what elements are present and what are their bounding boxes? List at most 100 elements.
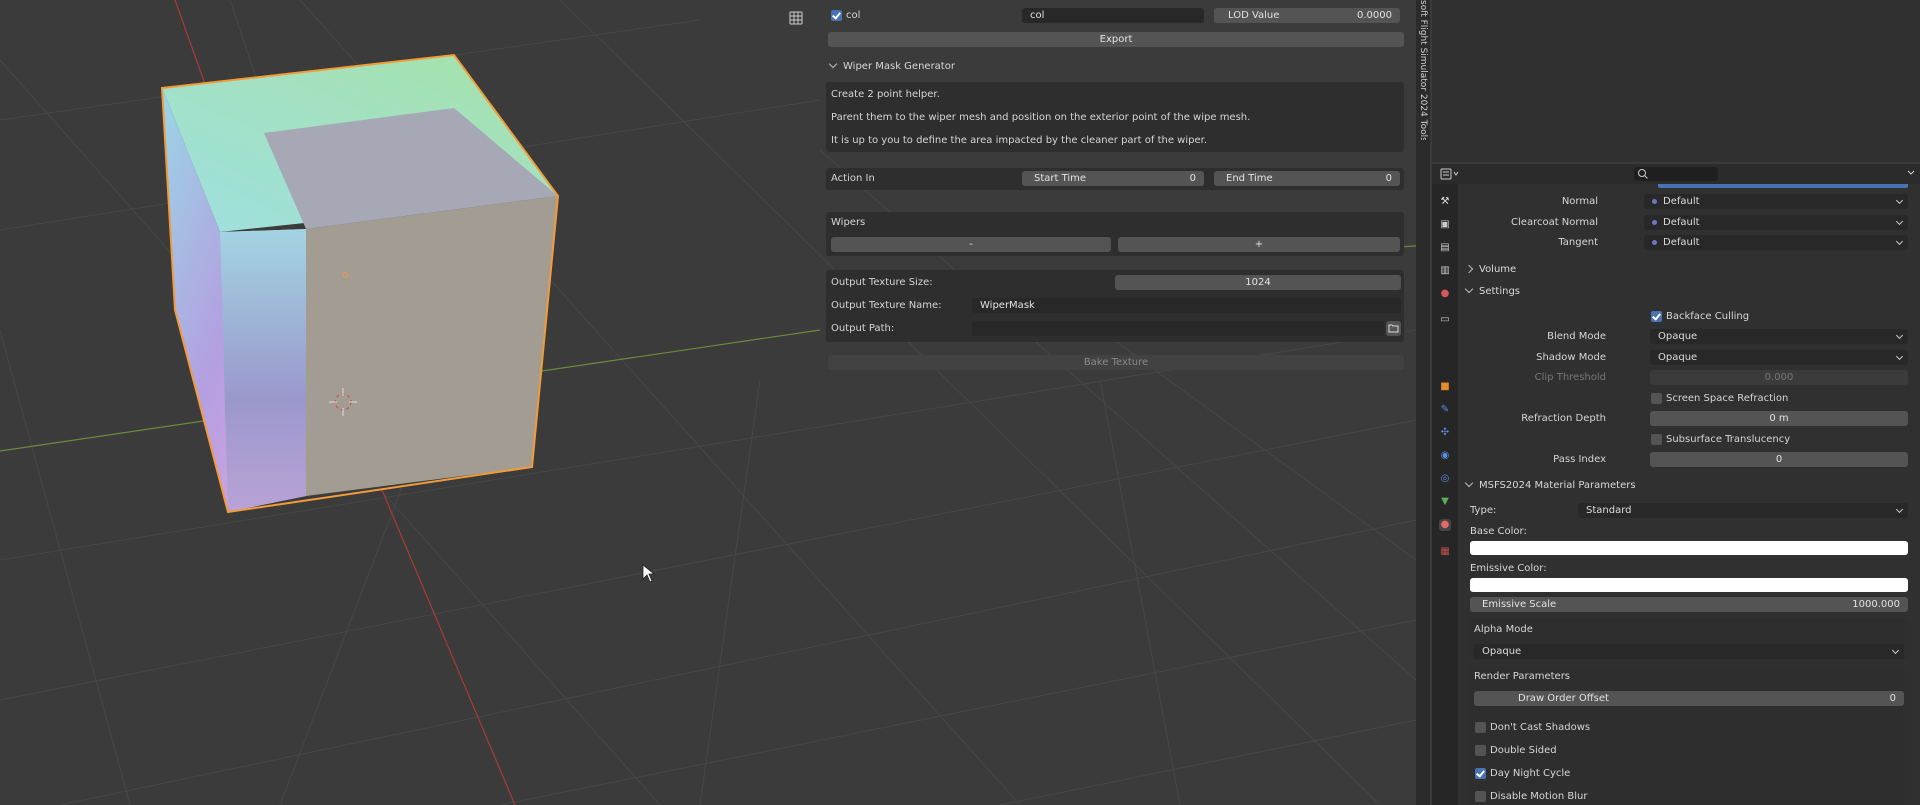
end-time-label: End Time bbox=[1226, 173, 1273, 184]
properties-tabs: ⚒ ▣ ▤ ▥ ● ▭ ■ ✎ ✣ ◉ ◎ ▼ ● ▦ bbox=[1432, 184, 1458, 805]
sidebar-tab-msfs-tools[interactable]: soft Flight Simulator 2024 Tools bbox=[1418, 0, 1428, 140]
emissive-color-label: Emissive Color: bbox=[1470, 563, 1547, 574]
dont-cast-shadows-checkbox[interactable] bbox=[1475, 722, 1486, 733]
day-night-cycle-label: Day Night Cycle bbox=[1490, 768, 1571, 779]
refraction-depth-field[interactable]: 0 m bbox=[1650, 411, 1908, 426]
screen-space-refraction-checkbox[interactable] bbox=[1651, 393, 1662, 404]
start-time-field[interactable]: Start Time 0 bbox=[1022, 171, 1204, 186]
emissive-color-swatch[interactable] bbox=[1470, 578, 1908, 592]
search-icon bbox=[1638, 169, 1648, 179]
socket-dot-icon bbox=[1652, 198, 1657, 204]
output-tab-icon[interactable]: ▤ bbox=[1439, 242, 1451, 254]
tangent-label: Tangent bbox=[1558, 237, 1598, 248]
clearcoat-normal-value: Default bbox=[1663, 217, 1700, 228]
chevron-down-icon bbox=[1464, 284, 1474, 294]
refraction-depth-label: Refraction Depth bbox=[1521, 413, 1606, 424]
physics-tab-icon[interactable]: ◉ bbox=[1439, 450, 1451, 462]
export-button[interactable]: Export bbox=[828, 32, 1404, 47]
modifier-tab-icon[interactable]: ✎ bbox=[1439, 404, 1451, 416]
collection-tab-icon[interactable]: ▭ bbox=[1439, 314, 1451, 326]
scene-tab-icon[interactable]: ● bbox=[1439, 288, 1451, 300]
output-path-label: Output Path: bbox=[831, 323, 895, 334]
shadow-mode-dropdown[interactable]: Opaque bbox=[1650, 350, 1908, 365]
wiper-section-title: Wiper Mask Generator bbox=[843, 61, 955, 72]
action-in-label: Action In bbox=[831, 173, 875, 184]
normal-value: Default bbox=[1663, 196, 1700, 207]
wiper-section-header[interactable]: Wiper Mask Generator bbox=[828, 59, 955, 75]
outliner-area[interactable] bbox=[1432, 0, 1920, 162]
3d-viewport[interactable]: col col LOD Value 0.0000 Export Wiper Ma… bbox=[0, 0, 1416, 805]
add-wiper-button[interactable]: + bbox=[1118, 237, 1400, 252]
type-label: Type: bbox=[1470, 505, 1497, 516]
screen-space-refraction-label: Screen Space Refraction bbox=[1666, 393, 1789, 404]
mouse-pointer-icon bbox=[642, 564, 656, 583]
remove-wiper-button[interactable]: - bbox=[831, 237, 1111, 252]
settings-section-header[interactable]: Settings bbox=[1464, 284, 1520, 300]
particles-tab-icon[interactable]: ✣ bbox=[1439, 427, 1451, 439]
info-line-2: Parent them to the wiper mesh and positi… bbox=[831, 112, 1251, 123]
properties-editor-icon bbox=[1440, 168, 1459, 180]
double-sided-label: Double Sided bbox=[1490, 745, 1557, 756]
backface-culling-checkbox[interactable] bbox=[1651, 311, 1662, 322]
settings-section-title: Settings bbox=[1479, 286, 1521, 297]
subsurface-translucency-checkbox[interactable] bbox=[1651, 434, 1662, 445]
properties-search-input[interactable] bbox=[1634, 167, 1718, 181]
render-params-label: Render Parameters bbox=[1474, 671, 1571, 682]
base-color-swatch[interactable] bbox=[1470, 541, 1908, 555]
material-tab-icon[interactable]: ● bbox=[1439, 519, 1451, 531]
day-night-cycle-checkbox[interactable] bbox=[1475, 768, 1486, 779]
emissive-scale-field[interactable]: Emissive Scale 1000.000 bbox=[1470, 597, 1908, 612]
output-size-field[interactable]: 1024 bbox=[1115, 275, 1401, 290]
lod-value-label: LOD Value bbox=[1228, 10, 1280, 21]
view-layer-tab-icon[interactable]: ▥ bbox=[1439, 265, 1451, 277]
x-axis-line bbox=[381, 489, 516, 805]
emissive-scale-label: Emissive Scale bbox=[1482, 599, 1557, 610]
draw-order-field[interactable]: Draw Order Offset 0 bbox=[1474, 691, 1904, 706]
output-name-field[interactable]: WiperMask bbox=[972, 298, 1401, 313]
editor-type-dropdown[interactable] bbox=[1440, 168, 1462, 180]
clearcoat-normal-field[interactable]: Default bbox=[1644, 215, 1908, 230]
output-name-label: Output Texture Name: bbox=[831, 300, 942, 311]
render-params-box bbox=[1470, 665, 1908, 805]
tool-tab-icon[interactable]: ⚒ bbox=[1439, 196, 1451, 208]
pass-index-label: Pass Index bbox=[1553, 454, 1606, 465]
cube-object[interactable] bbox=[160, 53, 560, 514]
backface-culling-label: Backface Culling bbox=[1666, 311, 1750, 322]
msfs-section-header[interactable]: MSFS2024 Material Parameters bbox=[1464, 478, 1636, 494]
output-path-field[interactable] bbox=[972, 321, 1384, 336]
data-tab-icon[interactable]: ▼ bbox=[1439, 496, 1451, 508]
shadow-mode-label: Shadow Mode bbox=[1536, 352, 1606, 363]
pass-index-field[interactable]: 0 bbox=[1650, 452, 1908, 467]
object-tab-icon[interactable]: ■ bbox=[1439, 381, 1451, 393]
blend-mode-dropdown[interactable]: Opaque bbox=[1650, 329, 1908, 344]
constraints-tab-icon[interactable]: ◎ bbox=[1439, 473, 1451, 485]
folder-icon bbox=[1388, 324, 1399, 333]
normal-field[interactable]: Default bbox=[1644, 194, 1908, 209]
texture-tab-icon[interactable]: ▦ bbox=[1439, 546, 1451, 558]
bake-texture-button[interactable]: Bake Texture bbox=[828, 355, 1404, 370]
volume-section-header[interactable]: Volume bbox=[1464, 262, 1516, 278]
end-time-field[interactable]: End Time 0 bbox=[1214, 171, 1400, 186]
disable-motion-blur-checkbox[interactable] bbox=[1475, 791, 1486, 802]
info-line-1: Create 2 point helper. bbox=[831, 89, 940, 100]
col-checkbox[interactable] bbox=[831, 10, 842, 21]
type-dropdown[interactable]: Standard bbox=[1578, 503, 1908, 518]
double-sided-checkbox[interactable] bbox=[1475, 745, 1486, 756]
col-checkbox-label: col bbox=[846, 10, 861, 21]
render-tab-icon[interactable]: ▣ bbox=[1439, 219, 1451, 231]
lod-value-field[interactable]: LOD Value 0.0000 bbox=[1214, 8, 1400, 23]
draw-order-label: Draw Order Offset bbox=[1518, 693, 1609, 704]
dont-cast-shadows-label: Don't Cast Shadows bbox=[1490, 722, 1591, 733]
end-time-value: 0 bbox=[1385, 173, 1392, 184]
socket-dot-icon bbox=[1652, 219, 1657, 225]
folder-browse-button[interactable] bbox=[1386, 321, 1401, 336]
clip-threshold-field[interactable]: 0.000 bbox=[1650, 370, 1908, 385]
col-name-field[interactable]: col bbox=[1022, 8, 1204, 23]
socket-dot-icon bbox=[1652, 239, 1657, 245]
options-chevron-icon[interactable] bbox=[1906, 168, 1916, 178]
base-color-label: Base Color: bbox=[1470, 526, 1527, 537]
emissive-scale-value: 1000.000 bbox=[1852, 599, 1900, 610]
alpha-mode-dropdown[interactable]: Opaque bbox=[1474, 644, 1904, 659]
grid-toggle-icon[interactable] bbox=[789, 11, 803, 25]
tangent-field[interactable]: Default bbox=[1644, 235, 1908, 250]
